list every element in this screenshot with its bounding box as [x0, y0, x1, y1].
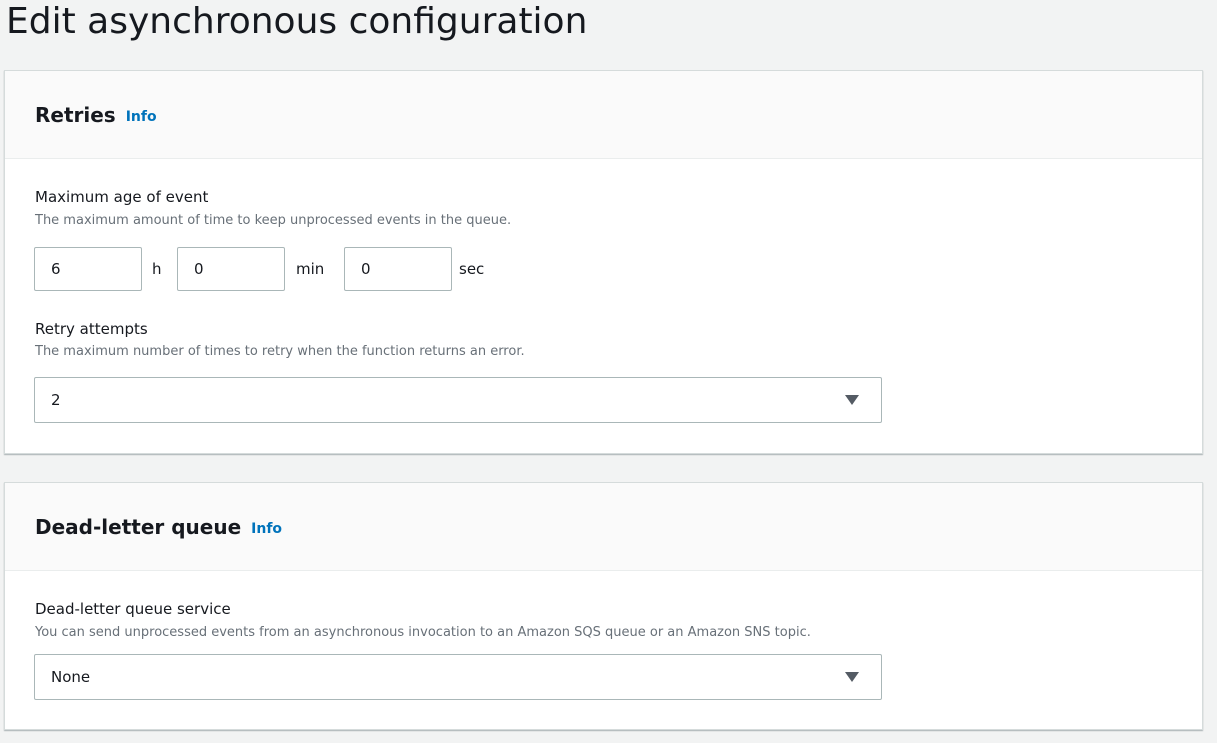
max-age-label: Maximum age of event — [35, 188, 209, 206]
caret-down-icon — [845, 672, 859, 682]
caret-down-icon — [845, 395, 859, 405]
dlq-panel-header: Dead-letter queue Info — [5, 483, 1202, 571]
retries-panel: Retries Info Maximum age of event The max… — [4, 70, 1203, 454]
retries-panel-header: Retries Info — [5, 71, 1202, 159]
retries-info-link[interactable]: Info — [126, 109, 157, 125]
max-age-hours-input[interactable] — [34, 247, 142, 291]
hours-unit-label: h — [152, 260, 162, 278]
dlq-service-description: You can send unprocessed events from an … — [35, 625, 811, 640]
retry-attempts-label: Retry attempts — [35, 320, 148, 338]
dlq-service-select[interactable]: None — [34, 654, 882, 700]
retry-attempts-description: The maximum number of times to retry whe… — [35, 344, 525, 359]
page-title: Edit asynchronous configuration — [6, 1, 588, 42]
retry-attempts-selected-value: 2 — [51, 391, 61, 409]
retries-title-row: Retries Info — [35, 101, 157, 131]
dlq-service-label: Dead-letter queue service — [35, 600, 231, 618]
max-age-seconds-input[interactable] — [344, 247, 452, 291]
max-age-description: The maximum amount of time to keep unpro… — [35, 213, 512, 228]
dlq-panel: Dead-letter queue Info Dead-letter queue … — [4, 482, 1203, 730]
dlq-title-row: Dead-letter queue Info — [35, 513, 282, 543]
max-age-minutes-input[interactable] — [177, 247, 285, 291]
retry-attempts-select[interactable]: 2 — [34, 377, 882, 423]
minutes-unit-label: min — [296, 260, 325, 278]
dlq-title: Dead-letter queue — [35, 515, 242, 539]
seconds-unit-label: sec — [459, 260, 485, 278]
dlq-info-link[interactable]: Info — [251, 521, 282, 537]
dlq-service-selected-value: None — [51, 668, 91, 686]
retries-title: Retries — [35, 103, 116, 127]
